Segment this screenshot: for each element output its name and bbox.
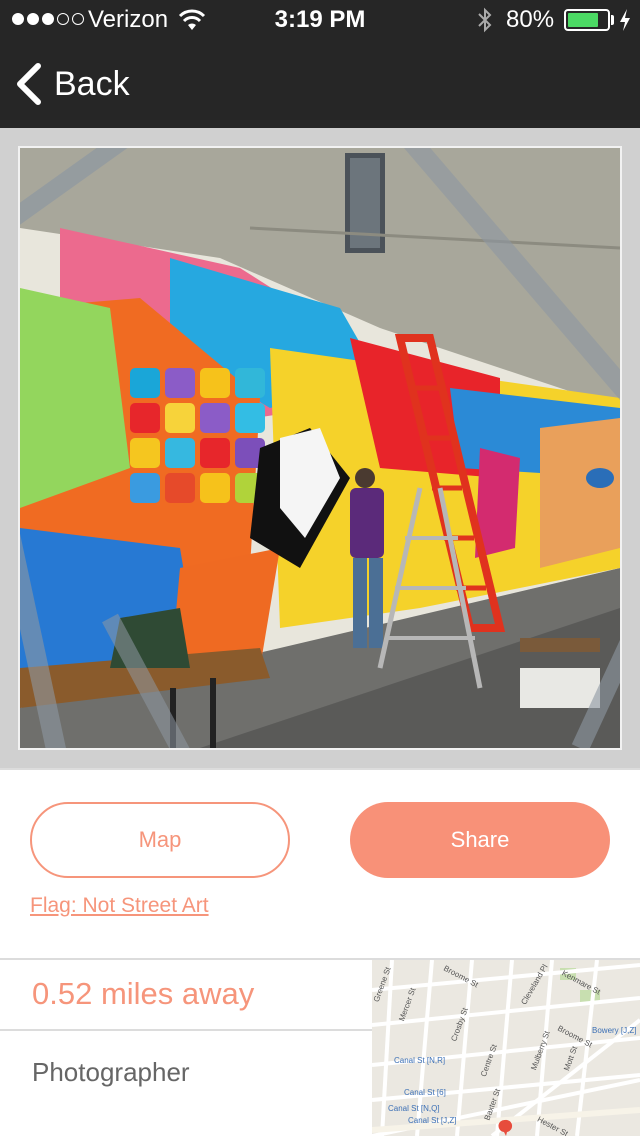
mural-image [20,148,620,748]
photo-divider [0,768,640,770]
charging-icon [620,9,630,31]
battery-level [568,13,598,27]
row-divider [0,1029,372,1031]
top-bar: Verizon 3:19 PM 80% Back [0,0,640,128]
flag-not-street-art-link[interactable]: Flag: Not Street Art [30,894,209,918]
chevron-left-icon [17,63,41,105]
subway-station-label: Canal St [N,Q] [388,1104,440,1113]
street-art-photo[interactable] [18,146,622,750]
share-button[interactable]: Share [350,802,610,878]
battery-tip [611,15,614,25]
location-map[interactable]: Broome St Kenmare St Cleveland Pl Broome… [372,960,640,1136]
subway-station-label: Canal St [J,Z] [408,1116,457,1125]
subway-station-label: Canal St [6] [404,1088,446,1097]
distance-text: 0.52 miles away [32,976,255,1011]
painter-figure [350,468,384,648]
battery-icon [564,9,610,31]
photographer-row[interactable]: Photographer [32,1057,190,1088]
photo-area [0,128,640,770]
status-bar: Verizon 3:19 PM 80% [0,0,640,40]
subway-station-label: Bowery [J,Z] [592,1026,637,1035]
back-label: Back [54,64,130,103]
bluetooth-icon [478,7,492,33]
subway-station-label: Canal St [N,R] [394,1056,446,1065]
battery-percent: 80% [506,6,555,33]
map-button[interactable]: Map [30,802,290,878]
back-button[interactable]: Back [14,58,130,110]
action-row: Map Share Flag: Not Street Art [0,770,640,960]
